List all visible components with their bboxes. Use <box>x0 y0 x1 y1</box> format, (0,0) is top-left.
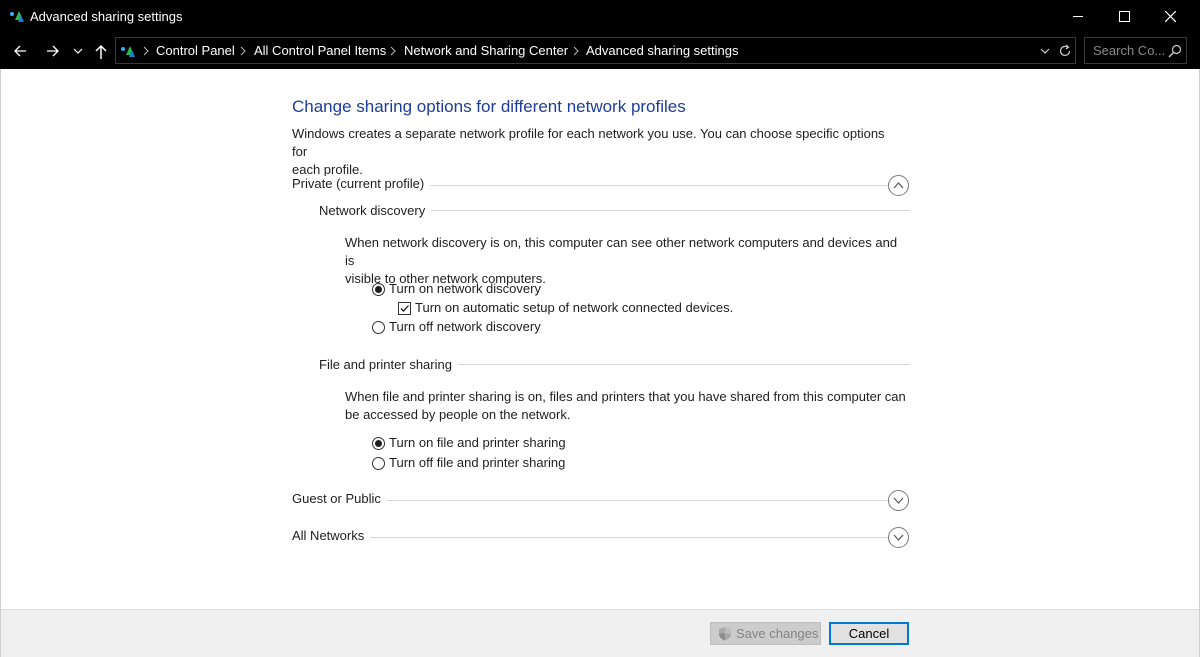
chevron-right-icon <box>143 46 149 56</box>
save-changes-label: Save changes <box>736 626 819 641</box>
network-discovery-off-label: Turn off network discovery <box>389 319 541 334</box>
profile-all-networks-header[interactable]: All Networks <box>292 525 910 549</box>
file-printer-sharing-label: File and printer sharing <box>319 357 458 372</box>
address-bar[interactable]: Control Panel All Control Panel Items Ne… <box>115 37 1076 64</box>
forward-button[interactable] <box>41 33 65 69</box>
file-printer-sharing-header: File and printer sharing <box>319 355 910 375</box>
network-discovery-on-label: Turn on network discovery <box>389 281 541 296</box>
network-sharing-icon <box>10 11 24 22</box>
search-placeholder: Search Co... <box>1093 43 1166 58</box>
file-printer-sharing-desc: When file and printer sharing is on, fil… <box>345 388 910 424</box>
intro-line-1: Windows creates a separate network profi… <box>292 126 885 159</box>
refresh-icon[interactable] <box>1058 44 1072 58</box>
checkmark-icon <box>400 305 409 312</box>
chevron-right-icon <box>573 46 579 56</box>
profile-private-label: Private (current profile) <box>292 176 431 191</box>
file-printer-desc-line-1: When file and printer sharing is on, fil… <box>345 389 906 404</box>
maximize-icon <box>1119 11 1130 22</box>
minimize-icon <box>1073 16 1083 17</box>
breadcrumb-advanced-sharing[interactable]: Advanced sharing settings <box>586 43 738 58</box>
collapse-private-button[interactable] <box>888 175 909 196</box>
up-button[interactable] <box>89 33 113 69</box>
arrow-right-icon <box>47 45 59 57</box>
chevron-right-icon <box>390 46 396 56</box>
back-button[interactable] <box>8 33 32 69</box>
chevron-up-icon <box>893 182 904 189</box>
uac-shield-icon <box>719 627 731 641</box>
breadcrumb-all-items[interactable]: All Control Panel Items <box>254 43 386 58</box>
network-discovery-desc-line-1: When network discovery is on, this compu… <box>345 235 898 268</box>
chevron-down-icon <box>73 48 83 54</box>
window-title: Advanced sharing settings <box>30 9 183 24</box>
main-content: Change sharing options for different net… <box>0 69 1200 609</box>
network-discovery-label: Network discovery <box>319 203 432 218</box>
close-icon <box>1165 11 1176 22</box>
network-sharing-icon <box>121 46 135 57</box>
arrow-left-icon <box>14 45 26 57</box>
expand-all-networks-button[interactable] <box>888 527 909 548</box>
radio-unselected[interactable] <box>372 457 385 470</box>
maximize-button[interactable] <box>1101 0 1147 33</box>
radio-unselected[interactable] <box>372 321 385 334</box>
footer-bar: Save changes Cancel <box>0 609 1200 657</box>
arrow-up-icon <box>95 44 107 59</box>
search-icon <box>1168 44 1182 58</box>
profile-all-networks-label: All Networks <box>292 528 371 543</box>
radio-selected[interactable] <box>372 437 385 450</box>
chevron-down-icon[interactable] <box>1040 46 1050 56</box>
breadcrumb-network-sharing-center[interactable]: Network and Sharing Center <box>404 43 568 58</box>
search-input[interactable]: Search Co... <box>1084 37 1187 64</box>
radio-selected[interactable] <box>372 283 385 296</box>
recent-locations-button[interactable] <box>68 33 88 69</box>
profile-private-header[interactable]: Private (current profile) <box>292 173 910 197</box>
checkbox-checked[interactable] <box>398 302 411 315</box>
network-discovery-desc: When network discovery is on, this compu… <box>345 234 910 288</box>
expand-guest-button[interactable] <box>888 490 909 511</box>
navigation-bar: Control Panel All Control Panel Items Ne… <box>0 33 1200 69</box>
profile-guest-header[interactable]: Guest or Public <box>292 488 910 512</box>
save-changes-button[interactable]: Save changes <box>710 622 821 645</box>
divider <box>292 537 888 538</box>
minimize-button[interactable] <box>1055 0 1101 33</box>
chevron-down-icon <box>893 534 904 541</box>
breadcrumb-control-panel[interactable]: Control Panel <box>156 43 235 58</box>
cancel-button[interactable]: Cancel <box>829 622 909 645</box>
file-sharing-on-label: Turn on file and printer sharing <box>389 435 566 450</box>
network-discovery-header: Network discovery <box>319 201 910 221</box>
chevron-right-icon <box>240 46 246 56</box>
file-sharing-off-label: Turn off file and printer sharing <box>389 455 566 470</box>
chevron-down-icon <box>893 497 904 504</box>
close-button[interactable] <box>1147 0 1193 33</box>
file-printer-desc-line-2: be accessed by people on the network. <box>345 407 571 422</box>
title-bar: Advanced sharing settings <box>0 0 1200 33</box>
profile-guest-label: Guest or Public <box>292 491 387 506</box>
intro-text: Windows creates a separate network profi… <box>292 125 902 179</box>
page-title: Change sharing options for different net… <box>292 97 686 116</box>
auto-setup-label: Turn on automatic setup of network conne… <box>415 300 734 315</box>
